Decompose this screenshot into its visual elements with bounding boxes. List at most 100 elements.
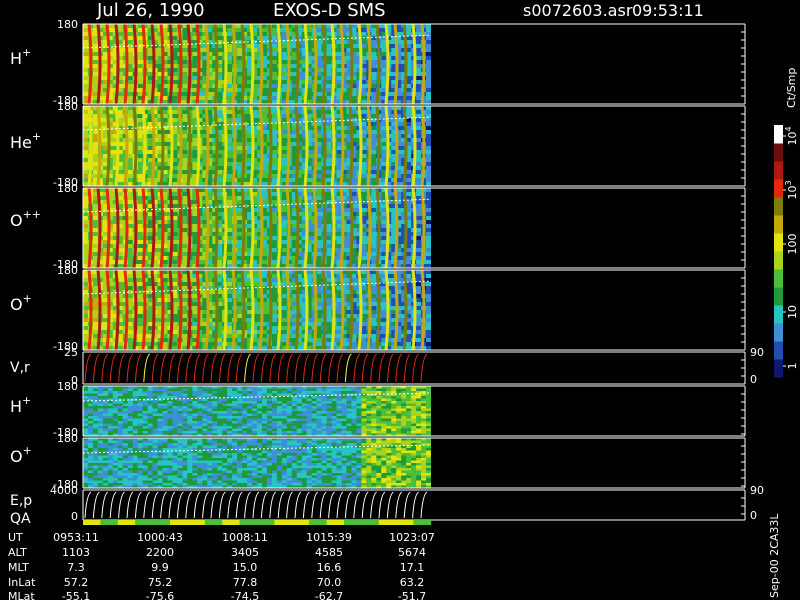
heatmap-cell bbox=[92, 224, 99, 229]
heatmap-cell bbox=[381, 236, 387, 241]
heatmap-cell bbox=[217, 278, 223, 283]
heatmap-cell bbox=[371, 32, 377, 37]
heatmap-cell bbox=[237, 56, 243, 61]
heatmap-cell bbox=[83, 170, 89, 175]
heatmap-cell bbox=[83, 252, 89, 257]
heatmap-cell bbox=[127, 76, 134, 81]
heatmap-cell bbox=[192, 306, 198, 311]
heatmap-cell bbox=[137, 56, 144, 61]
heatmap-cell bbox=[92, 294, 99, 299]
heatmap-cell bbox=[281, 134, 288, 139]
heatmap-cell bbox=[182, 338, 188, 343]
heatmap-cell bbox=[271, 28, 278, 33]
heatmap-cell bbox=[426, 60, 431, 65]
heatmap-cell bbox=[316, 28, 323, 33]
heatmap-cell bbox=[172, 282, 179, 287]
heatmap-cell bbox=[416, 240, 422, 245]
heatmap-cell bbox=[406, 36, 412, 41]
heatmap-cell bbox=[426, 28, 431, 33]
heatmap-cell bbox=[127, 232, 134, 237]
heatmap-cell bbox=[361, 118, 367, 123]
heatmap-cell bbox=[172, 196, 179, 201]
heatmap-cell bbox=[351, 24, 358, 29]
heatmap-cell bbox=[137, 220, 144, 225]
heatmap-cell bbox=[137, 166, 144, 171]
heatmap-cell bbox=[83, 60, 89, 65]
heatmap-cell bbox=[336, 72, 343, 77]
heatmap-cell bbox=[371, 84, 377, 89]
panel-label-charge: ++ bbox=[23, 208, 41, 221]
heatmap-cell bbox=[227, 68, 233, 73]
heatmap-cell bbox=[271, 80, 278, 85]
heatmap-cell bbox=[426, 142, 431, 147]
heatmap-cell bbox=[271, 228, 278, 233]
heatmap-cell bbox=[326, 130, 333, 135]
heatmap-cell bbox=[406, 248, 412, 253]
heatmap-cell bbox=[271, 212, 278, 217]
heatmap-cell bbox=[127, 330, 134, 335]
heatmap-cell bbox=[137, 130, 144, 135]
heatmap-cell bbox=[147, 142, 154, 147]
heatmap-cell bbox=[416, 68, 422, 73]
heatmap-cell bbox=[316, 56, 323, 61]
heatmap-cell bbox=[172, 114, 179, 119]
heatmap-cell bbox=[371, 236, 377, 241]
heatmap-cell bbox=[326, 68, 333, 73]
heatmap-cell bbox=[127, 216, 134, 221]
heatmap-cell bbox=[426, 76, 431, 81]
heatmap-cell bbox=[237, 236, 243, 241]
heatmap-cell bbox=[172, 106, 179, 111]
heatmap-cell bbox=[127, 88, 134, 93]
heatmap-cell bbox=[406, 28, 412, 33]
heatmap-cell bbox=[416, 118, 422, 123]
heatmap-cell bbox=[127, 334, 134, 339]
heatmap-cell bbox=[361, 92, 367, 97]
heatmap-cell bbox=[92, 40, 99, 45]
heatmap-cell bbox=[416, 110, 422, 115]
heatmap-cell bbox=[271, 216, 278, 221]
heatmap-cell bbox=[326, 248, 333, 253]
heatmap-cell bbox=[336, 216, 343, 221]
heatmap-cell bbox=[182, 36, 188, 41]
heatmap-cell bbox=[182, 252, 188, 257]
heatmap-cell bbox=[261, 252, 268, 257]
heatmap-cell bbox=[306, 192, 313, 197]
heatmap-cell bbox=[227, 142, 233, 147]
heatmap-cell bbox=[316, 84, 323, 89]
heatmap-cell bbox=[416, 146, 422, 151]
header-time: 09:53:11 bbox=[632, 1, 704, 20]
heatmap-cell bbox=[426, 154, 431, 159]
heatmap-cell bbox=[326, 170, 333, 175]
panel-label: O++ bbox=[10, 208, 41, 230]
heatmap-cell bbox=[281, 146, 288, 151]
heatmap-cell bbox=[326, 52, 333, 57]
panel-label: H+ bbox=[10, 46, 31, 68]
heatmap-cell bbox=[182, 200, 188, 205]
heatmap-cell bbox=[371, 228, 377, 233]
heatmap-cell bbox=[371, 220, 377, 225]
heatmap-cell bbox=[147, 56, 154, 61]
heatmap-cell bbox=[261, 36, 268, 41]
heatmap-cell bbox=[192, 154, 198, 159]
heatmap-cell bbox=[227, 48, 233, 53]
heatmap-cell bbox=[371, 60, 377, 65]
heatmap-cell bbox=[371, 72, 377, 77]
heatmap-cell bbox=[92, 314, 99, 319]
heatmap-cell bbox=[182, 114, 188, 119]
heatmap-cell bbox=[92, 166, 99, 171]
heatmap-cell bbox=[182, 220, 188, 225]
heatmap-cell bbox=[426, 240, 431, 245]
heatmap-cell bbox=[127, 64, 134, 69]
heatmap-cell bbox=[336, 142, 343, 147]
heatmap-cell bbox=[182, 142, 188, 147]
heatmap-cell bbox=[127, 52, 134, 57]
heatmap-cell bbox=[92, 286, 99, 291]
heatmap-cell bbox=[182, 244, 188, 249]
heatmap-cell bbox=[281, 208, 288, 213]
heatmap-cell bbox=[182, 80, 188, 85]
heatmap-cell bbox=[127, 274, 134, 279]
heatmap-cell bbox=[92, 76, 99, 81]
heatmap-cell bbox=[217, 106, 223, 111]
heatmap-cell bbox=[83, 134, 89, 139]
heatmap-cell bbox=[83, 196, 89, 201]
